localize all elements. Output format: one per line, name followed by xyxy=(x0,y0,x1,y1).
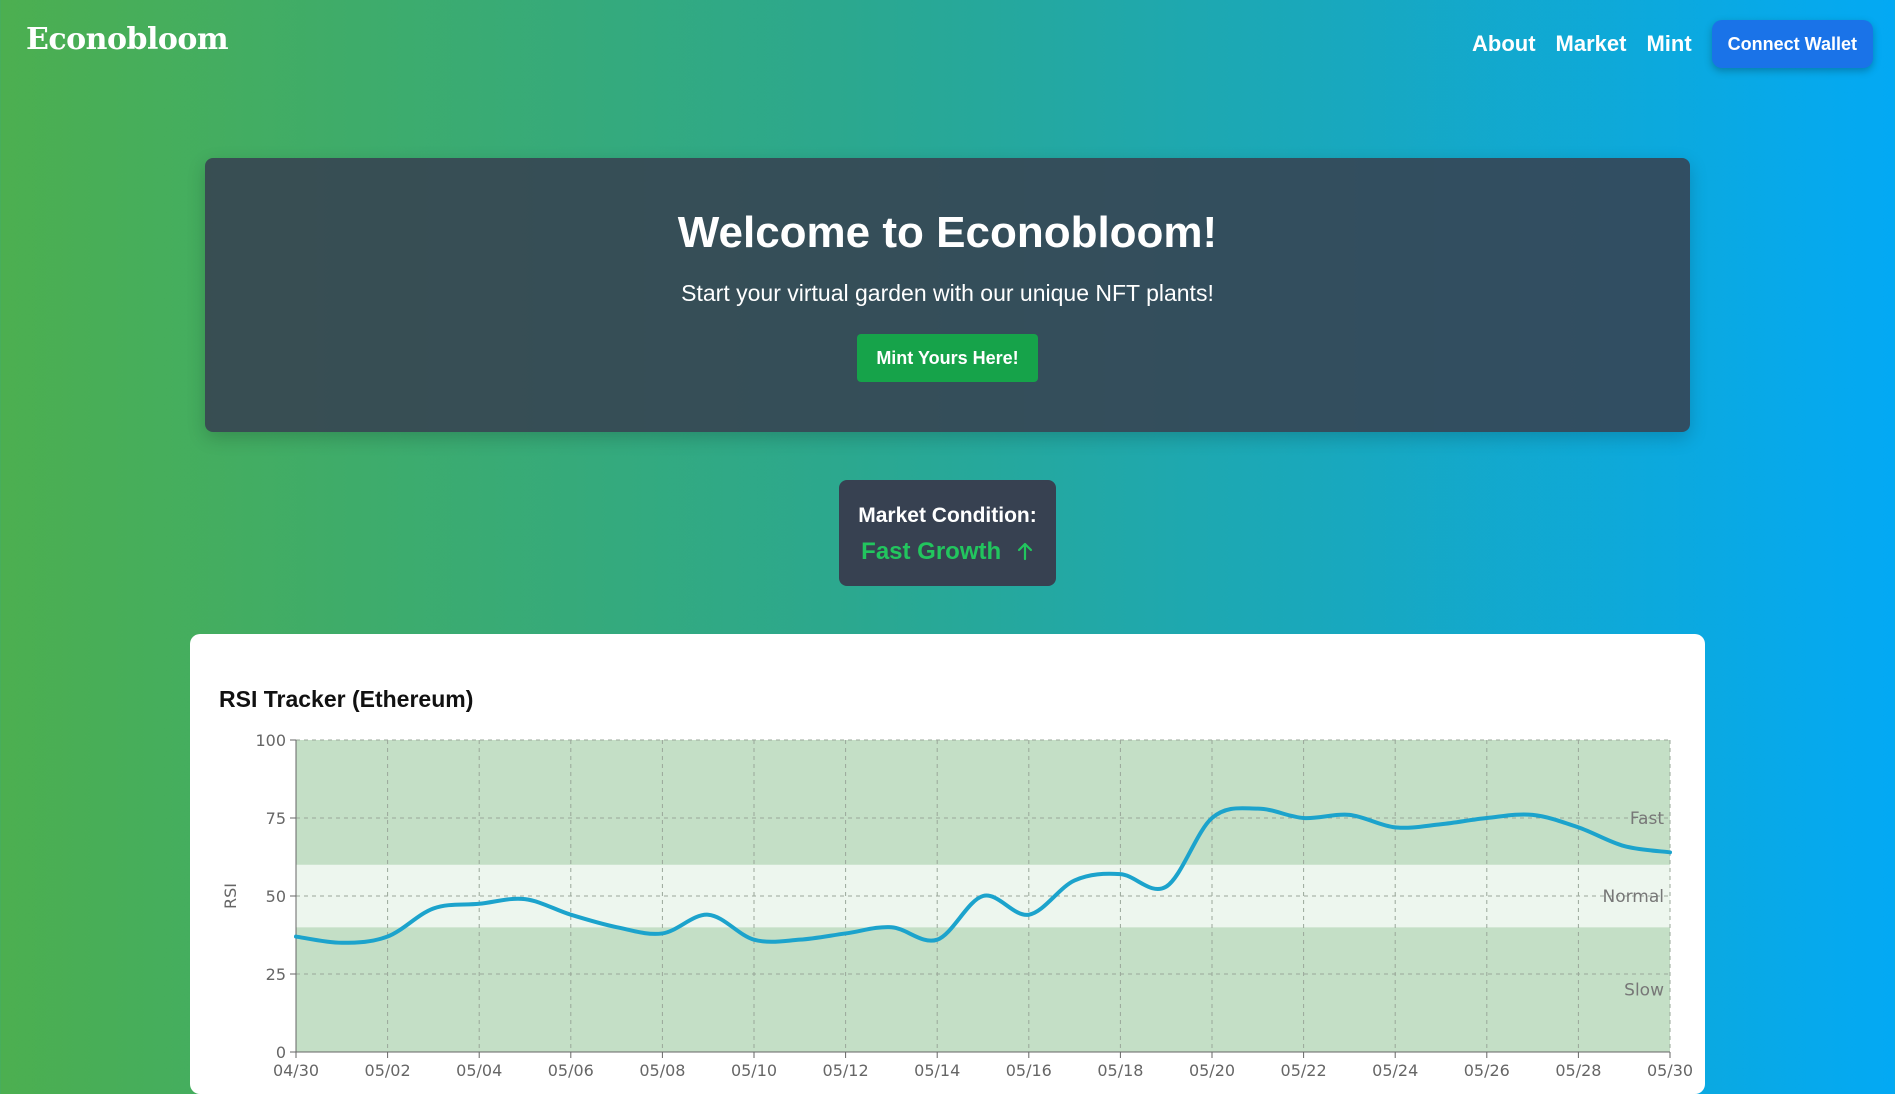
top-nav: Econobloom About Market Mint Connect Wal… xyxy=(0,0,1895,86)
band-label-slow: Slow xyxy=(1624,981,1664,1001)
x-tick-label: 05/04 xyxy=(456,1061,502,1080)
x-tick-label: 05/24 xyxy=(1372,1061,1418,1080)
nav-link-about[interactable]: About xyxy=(1472,31,1536,57)
x-tick-label: 05/18 xyxy=(1097,1061,1143,1080)
mint-button[interactable]: Mint Yours Here! xyxy=(857,334,1038,382)
x-tick-label: 04/30 xyxy=(273,1061,319,1080)
y-tick-label: 75 xyxy=(266,809,286,828)
connect-wallet-button[interactable]: Connect Wallet xyxy=(1711,20,1873,68)
x-tick-label: 05/10 xyxy=(731,1061,777,1080)
x-tick-label: 05/06 xyxy=(548,1061,594,1080)
band-label-normal: Normal xyxy=(1602,887,1664,907)
nav-link-market[interactable]: Market xyxy=(1556,31,1627,57)
nav-links: About Market Mint Connect Wallet xyxy=(1452,20,1873,68)
market-status-text: Fast Growth xyxy=(861,538,1002,565)
x-tick-label: 05/16 xyxy=(1006,1061,1052,1080)
x-tick-label: 05/08 xyxy=(639,1061,685,1080)
x-tick-label: 05/02 xyxy=(365,1061,411,1080)
market-condition-card: Market Condition: Fast Growth xyxy=(839,480,1056,586)
y-tick-label: 0 xyxy=(276,1043,286,1062)
hero-title: Welcome to Econobloom! xyxy=(677,208,1218,257)
band-fast xyxy=(296,740,1670,865)
y-tick-label: 50 xyxy=(266,887,286,906)
market-condition-status: Fast Growth xyxy=(839,538,1056,566)
x-tick-label: 05/20 xyxy=(1189,1061,1235,1080)
rsi-chart-card: RSI Tracker (Ethereum) 0 25 50 75 100 04/30 05… xyxy=(190,634,1705,1094)
x-tick-label: 05/30 xyxy=(1647,1061,1693,1080)
hero-banner: Welcome to Econobloom! Start your virtua… xyxy=(205,158,1690,432)
market-condition-label: Market Condition: xyxy=(858,504,1037,527)
x-tick-label: 05/26 xyxy=(1464,1061,1510,1080)
y-tick-label: 25 xyxy=(266,965,286,984)
x-tick-label: 05/28 xyxy=(1555,1061,1601,1080)
arrow-up-icon xyxy=(1017,542,1032,561)
x-tick-label: 05/12 xyxy=(823,1061,869,1080)
rsi-chart: 0 25 50 75 100 04/30 05/02 05/04 05/06 05/08 05/10… xyxy=(221,731,1693,1080)
y-tick-label: 100 xyxy=(255,731,286,750)
band-label-fast: Fast xyxy=(1630,809,1664,829)
nav-link-mint[interactable]: Mint xyxy=(1646,31,1691,57)
brand-logo[interactable]: Econobloom xyxy=(26,22,229,57)
x-tick-label: 05/22 xyxy=(1281,1061,1327,1080)
y-axis-label: RSI xyxy=(221,883,240,909)
hero-subtitle: Start your virtual garden with our uniqu… xyxy=(681,280,1214,306)
x-tick-label: 05/14 xyxy=(914,1061,960,1080)
band-slow xyxy=(296,927,1670,1052)
